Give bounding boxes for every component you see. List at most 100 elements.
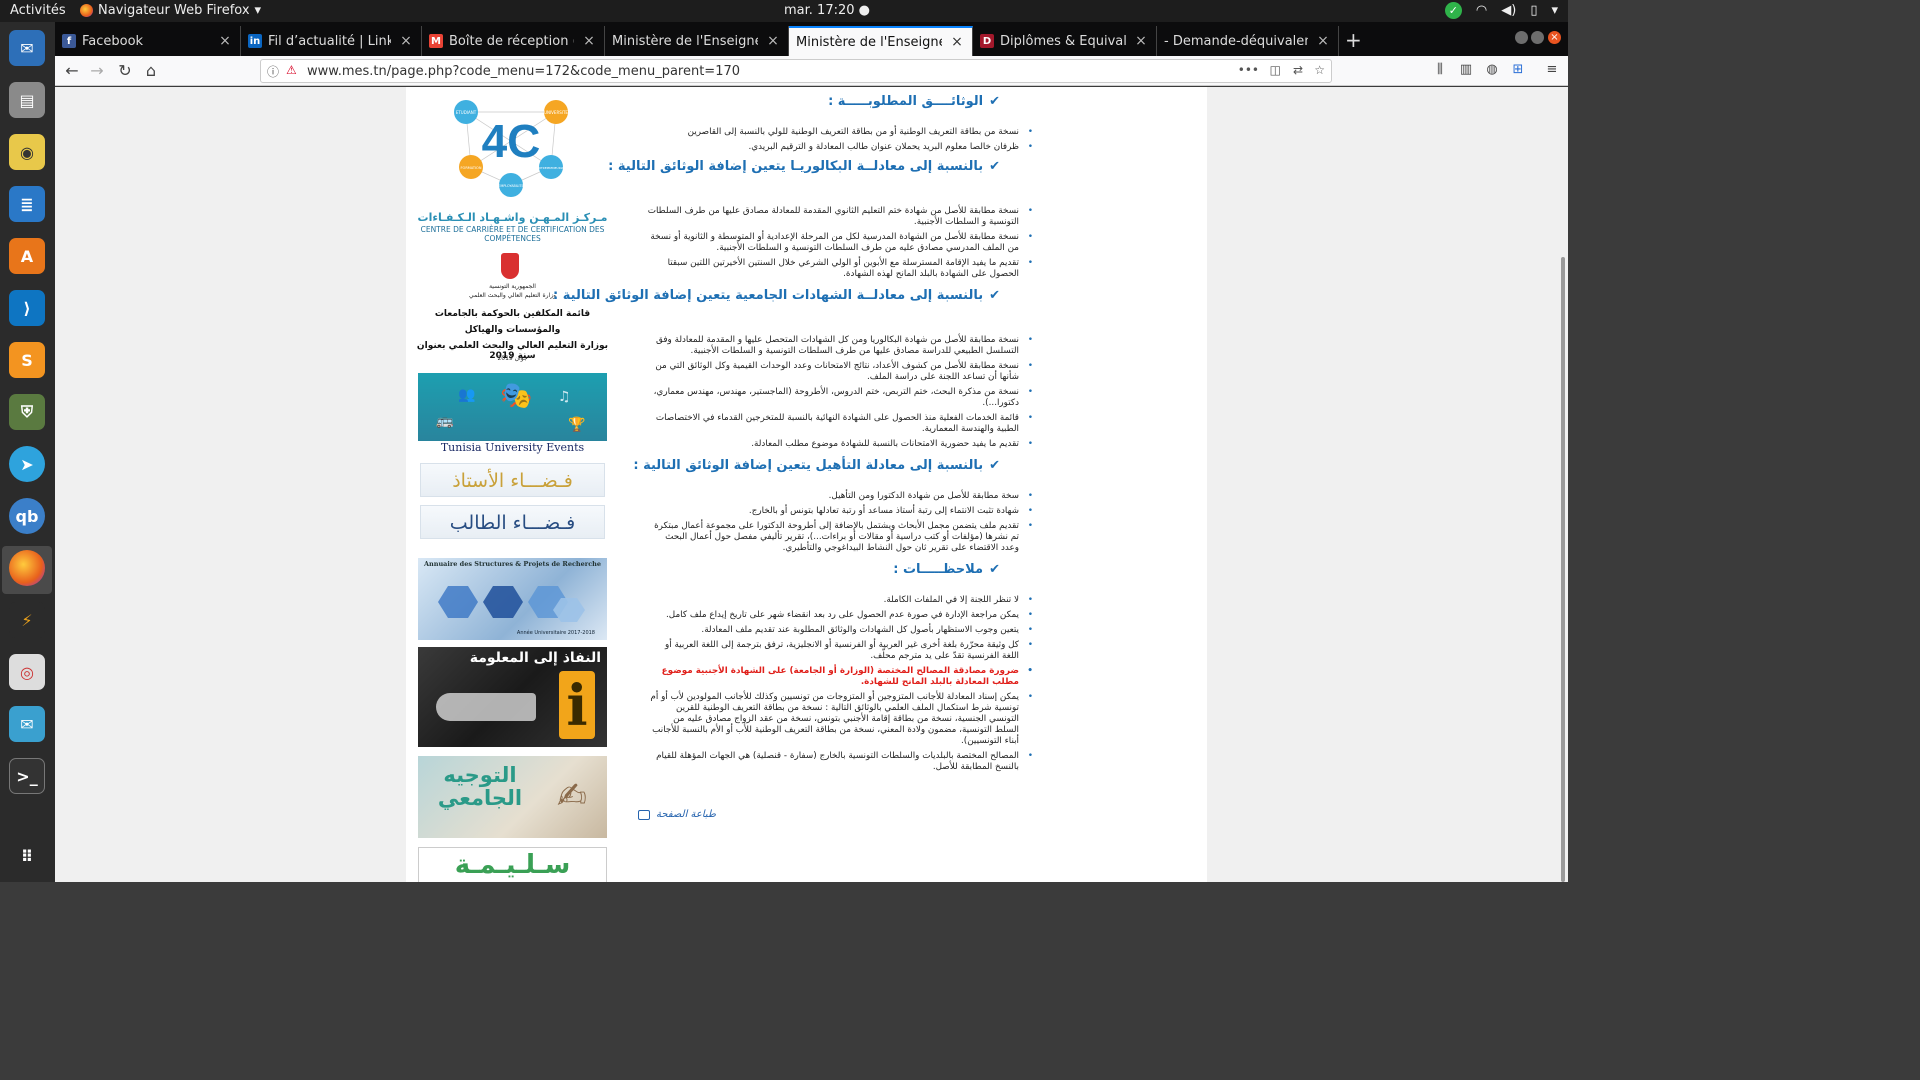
research-directory-banner[interactable]: Annuaire des Structures & Projets de Rec… [418, 558, 607, 640]
list-item-important: ضرورة مصادقة المصالح المختصة (الوزارة أو… [647, 666, 1033, 688]
insecure-lock-icon[interactable]: ⚠ [286, 63, 297, 77]
orientation-title: التوجيه الجامعي [437, 763, 523, 810]
tab-label: Fil d’actualité | LinkedIn [268, 33, 391, 49]
ubuntu-dock: ✉ ▤ ◉ ≣ A ⟩ S ⛨ ➤ qb ⚡ ◎ ✉ >_ ⠿ [0, 22, 55, 882]
pocket-icon[interactable]: ◫ [1270, 63, 1281, 77]
clock[interactable]: mar. 17:20 ● [784, 3, 870, 18]
close-icon[interactable]: × [399, 33, 413, 49]
university-degrees-list: نسخة مطابقة للأصل من شهادة البكالوريا وم… [647, 335, 1033, 454]
close-icon[interactable]: × [218, 33, 232, 49]
apps-grid-icon[interactable]: ⠿ [9, 838, 45, 874]
list-item: تقديم ملف يتضمن مجمل الأبحاث ويشتمل بالإ… [647, 521, 1033, 554]
close-icon[interactable]: × [582, 33, 596, 49]
wifi-icon[interactable]: ◠ [1476, 3, 1487, 18]
trophy-icon: 🏆 [568, 417, 586, 433]
tab-ministere-1[interactable]: Ministère de l'Enseignement × [605, 26, 789, 56]
system-tray[interactable]: ✓ ◠ ◀) ▯ ▾ [1444, 2, 1558, 19]
tunisia-emblem-icon [501, 253, 519, 279]
student-space-button[interactable]: فـضـــاء الطالب [420, 505, 605, 539]
check-icon: ✔ [989, 562, 1000, 577]
close-icon[interactable]: × [1134, 33, 1148, 49]
4c-logo[interactable]: 4C ETUDIANT UNIVERSITE ENTREPRENEURIAT E… [451, 87, 571, 197]
governance-list-date: جوان 2019 [497, 355, 528, 362]
linkedin-icon: in [248, 34, 262, 48]
sidebar-icon[interactable]: ▥ [1457, 62, 1475, 80]
page-scrollbar[interactable] [1558, 87, 1568, 882]
qbittorrent-icon[interactable]: qb [9, 498, 45, 534]
access-to-information-banner[interactable]: النفاذ إلى المعلومة i [418, 647, 607, 747]
translate-icon[interactable]: ⇄ [1293, 63, 1303, 77]
check-icon: ✔ [989, 288, 1000, 303]
print-page-link[interactable]: طباعة الصفحة [638, 809, 716, 820]
rhythmbox-icon[interactable]: ◉ [9, 134, 45, 170]
list-item: سخة مطابقة للأصل من شهادة الدكتورا ومن ا… [647, 491, 1033, 502]
list-item: نسخة مطابقة للأصل من شهادة ختم التعليم ا… [647, 206, 1033, 228]
salima-title: سـلـيـمـة [454, 850, 571, 880]
required-documents-list: نسخة من بطاقة التعريف الوطنية أو من بطاق… [647, 127, 1033, 157]
info-icon[interactable]: ⓘ [267, 63, 279, 80]
app-menu-label: Navigateur Web Firefox [98, 3, 250, 18]
telegram-icon[interactable]: ➤ [9, 446, 45, 482]
activities-button[interactable]: Activités [10, 3, 66, 18]
mail-icon[interactable]: ✉ [9, 706, 45, 742]
extension-icon[interactable]: ⊞ [1509, 62, 1527, 80]
sublime-icon[interactable]: S [9, 342, 45, 378]
software-icon[interactable]: A [9, 238, 45, 274]
bookmark-star-icon[interactable]: ☆ [1314, 63, 1325, 77]
close-icon[interactable]: × [1316, 33, 1330, 49]
firefox-icon[interactable] [9, 550, 45, 586]
battery-icon[interactable]: ▯ [1530, 3, 1537, 18]
url-text[interactable]: www.mes.tn/page.php?code_menu=172&code_m… [307, 64, 740, 79]
power-menu-icon[interactable]: ▾ [1551, 3, 1558, 18]
page-actions-icon[interactable]: ••• [1238, 63, 1259, 77]
app-icon[interactable]: ⛨ [9, 394, 45, 430]
center-name-arabic: مـركـز المـهـن واشـهـاد الـكـفـاءات [417, 211, 608, 224]
tab-linkedin[interactable]: in Fil d’actualité | LinkedIn × [241, 26, 422, 56]
back-button[interactable]: ← [62, 61, 82, 81]
check-icon[interactable]: ✓ [1444, 2, 1462, 19]
tunisia-university-events-banner[interactable]: 👥 🎭 ♫ 🚌 🏆 Tunisia University Events [418, 373, 607, 455]
volume-icon[interactable]: ◀) [1501, 3, 1516, 18]
tab-demande[interactable]: - Demande-déquivalence-AR × [1157, 26, 1339, 56]
tab-ministere-2-active[interactable]: Ministère de l'Enseignement × [789, 26, 973, 56]
close-icon[interactable]: × [766, 33, 780, 49]
app-menu[interactable]: Navigateur Web Firefox ▾ [80, 3, 261, 18]
check-icon: ✔ [989, 458, 1000, 473]
thunderbird-icon[interactable]: ✉ [9, 30, 45, 66]
new-tab-button[interactable]: + [1345, 28, 1362, 52]
firefox-icon [80, 4, 93, 17]
list-item: المصالح المختصة بالبلديات والسلطات التون… [647, 751, 1033, 773]
files-icon[interactable]: ▤ [9, 82, 45, 118]
close-window-button[interactable]: × [1548, 31, 1561, 44]
list-item: يمكن إسناد المعادلة للأجانب المتزوجين أو… [647, 692, 1033, 747]
tab-facebook[interactable]: f Facebook × [55, 26, 241, 56]
reload-button[interactable]: ↻ [115, 61, 135, 81]
salima-banner[interactable]: سـلـيـمـة [418, 847, 607, 882]
tab-label: Diplômes & Equivalence [1000, 33, 1126, 49]
vscode-icon[interactable]: ⟩ [9, 290, 45, 326]
university-orientation-banner[interactable]: التوجيه الجامعي ✍ [418, 756, 607, 838]
minimize-window-button[interactable] [1515, 31, 1528, 44]
close-icon[interactable]: × [950, 34, 964, 50]
maximize-window-button[interactable] [1531, 31, 1544, 44]
menu-icon[interactable]: ≡ [1543, 62, 1561, 80]
home-button[interactable]: ⌂ [141, 61, 161, 81]
terminal-icon[interactable]: >_ [9, 758, 45, 794]
check-icon: ✔ [989, 94, 1000, 109]
writer-icon[interactable]: ≣ [9, 186, 45, 222]
account-icon[interactable]: ◍ [1483, 62, 1501, 80]
governance-list-title-2[interactable]: والمؤسسات والهياكل [416, 325, 609, 335]
url-bar[interactable]: ⓘ ⚠ www.mes.tn/page.php?code_menu=172&co… [260, 59, 1332, 83]
tab-diplomes[interactable]: D Diplômes & Equivalence × [973, 26, 1157, 56]
print-page-label: طباعة الصفحة [656, 809, 716, 820]
tab-gmail[interactable]: M Boîte de réception (992) × [422, 26, 605, 56]
annuaire-year: Année Universitaire 2017-2018 [516, 630, 595, 636]
forward-button[interactable]: → [87, 61, 107, 81]
library-icon[interactable]: ⫼ [1431, 62, 1449, 80]
filezilla-icon[interactable]: ⚡ [9, 602, 45, 638]
evince-icon[interactable]: ◎ [9, 654, 45, 690]
governance-list-title-1[interactable]: قائمة المكلفين بالحوكمة بالجامعات [416, 309, 609, 319]
scrollbar-thumb[interactable] [1561, 257, 1565, 882]
tab-label: Ministère de l'Enseignement [796, 34, 942, 50]
professor-space-button[interactable]: فـضـــاء الأستاذ [420, 463, 605, 497]
